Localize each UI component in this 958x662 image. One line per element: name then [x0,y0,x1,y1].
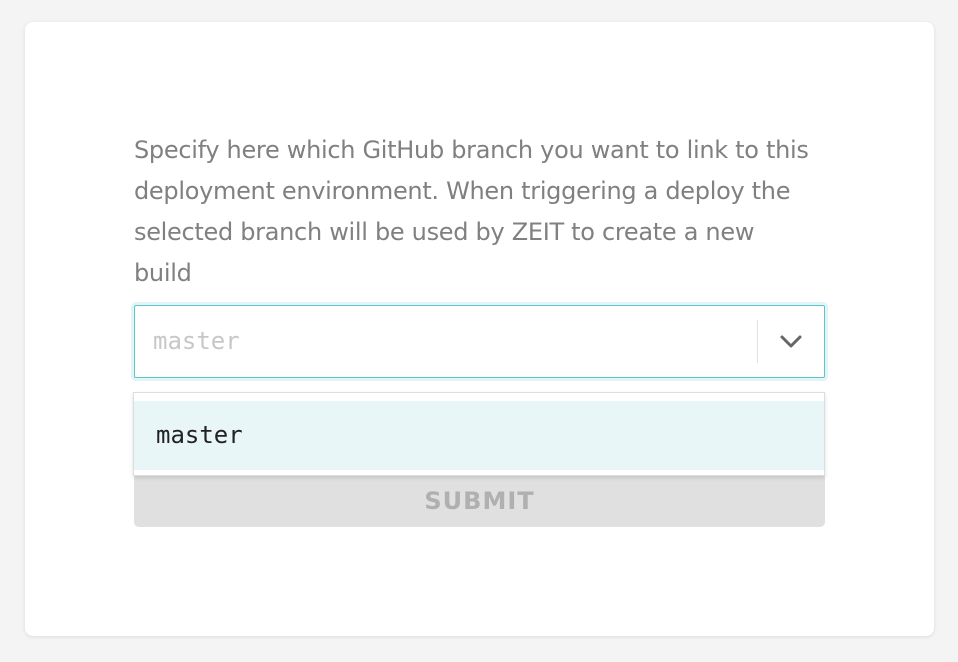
branch-option[interactable]: master [134,401,824,470]
chevron-down-icon[interactable] [772,323,810,361]
branch-select[interactable]: master [134,305,825,378]
form-card: Specify here which GitHub branch you wan… [25,22,934,636]
select-separator [757,320,758,363]
submit-label: SUBMIT [424,487,535,515]
branch-dropdown-menu: master [133,392,825,476]
branch-description: Specify here which GitHub branch you wan… [134,136,809,287]
branch-select-placeholder: master [153,327,240,355]
